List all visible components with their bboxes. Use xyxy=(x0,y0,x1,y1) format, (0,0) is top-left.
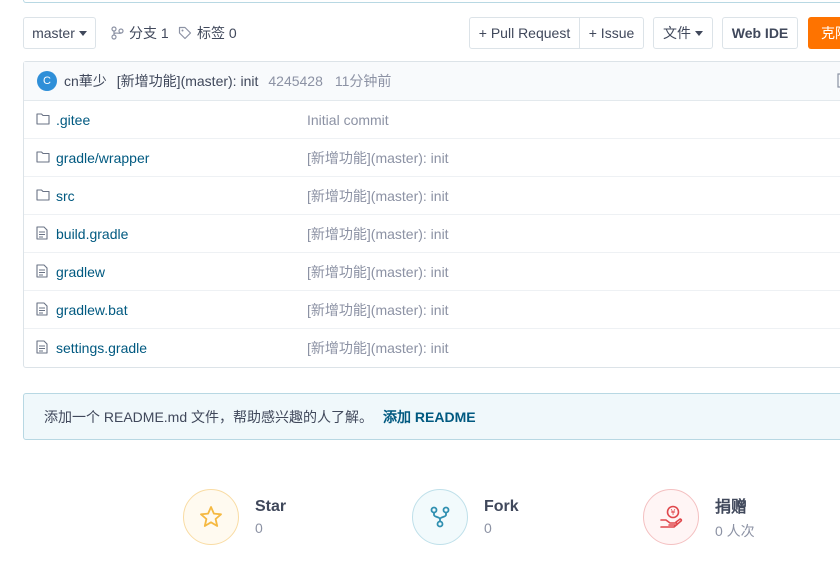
file-commit-message[interactable]: [新增功能](master): init xyxy=(307,262,449,282)
file-name-link[interactable]: gradlew.bat xyxy=(56,302,128,318)
file-icon xyxy=(36,302,48,319)
file-row[interactable]: src [新增功能](master): init xyxy=(24,177,840,215)
commit-sha[interactable]: 4245428 xyxy=(268,73,323,89)
file-name-link[interactable]: settings.gradle xyxy=(56,340,147,356)
commit-time: 11分钟前 xyxy=(334,73,392,89)
branch-icon xyxy=(111,26,124,40)
branch-select[interactable]: master xyxy=(23,17,96,49)
latest-commit: C cn華少 [新增功能](master): init 4245428 11分钟… xyxy=(24,62,840,101)
file-menu-label: 文件 xyxy=(663,25,691,41)
pr-issue-group: + Pull Request + Issue xyxy=(469,17,644,49)
branch-select-label: master xyxy=(32,25,75,41)
readme-notice: 添加一个 README.md 文件，帮助感兴趣的人了解。 添加 README xyxy=(23,393,840,440)
commit-message[interactable]: [新增功能](master): init xyxy=(117,71,259,91)
file-icon xyxy=(36,340,48,357)
web-ide-label: Web IDE xyxy=(731,25,789,41)
file-commit-message[interactable]: [新增功能](master): init xyxy=(307,186,449,206)
folder-icon xyxy=(36,112,50,128)
commit-author[interactable]: cn華少 xyxy=(64,71,107,91)
avatar[interactable]: C xyxy=(37,71,57,91)
clone-button[interactable]: 克隆 xyxy=(808,17,840,49)
file-name-link[interactable]: .gitee xyxy=(56,112,90,128)
donate-count: 0 人次 xyxy=(715,523,755,539)
pull-request-button[interactable]: + Pull Request xyxy=(470,18,579,48)
star-icon xyxy=(183,489,239,545)
file-row[interactable]: settings.gradle [新增功能](master): init xyxy=(24,329,840,367)
issue-button[interactable]: + Issue xyxy=(579,18,643,48)
fork-label: Fork xyxy=(484,498,519,515)
file-row[interactable]: build.gradle [新增功能](master): init xyxy=(24,215,840,253)
file-name-link[interactable]: gradlew xyxy=(56,264,105,280)
file-name-link[interactable]: src xyxy=(56,188,75,204)
file-list: C cn華少 [新增功能](master): init 4245428 11分钟… xyxy=(23,61,840,368)
donate-icon: ¥ xyxy=(643,489,699,545)
file-row[interactable]: gradle/wrapper [新增功能](master): init xyxy=(24,139,840,177)
file-commit-message[interactable]: [新增功能](master): init xyxy=(307,338,449,358)
file-row[interactable]: gradlew.bat [新增功能](master): init xyxy=(24,291,840,329)
star-label: Star xyxy=(255,498,287,515)
donate-stat[interactable]: ¥ 捐赠 0 人次 xyxy=(643,488,755,546)
donate-label: 捐赠 xyxy=(715,499,748,516)
fork-stat[interactable]: Fork 0 xyxy=(412,488,519,546)
top-panel-edge xyxy=(23,0,840,3)
tags-link[interactable]: 标签 0 xyxy=(178,17,237,49)
tags-label: 标签 0 xyxy=(197,25,237,41)
branches-link[interactable]: 分支 1 xyxy=(111,17,169,49)
issue-label: + Issue xyxy=(588,25,635,41)
repo-toolbar: master 分支 1 标签 0 + Pull Request + Issue … xyxy=(23,17,840,49)
file-row[interactable]: .gitee Initial commit xyxy=(24,101,840,139)
fork-count: 0 xyxy=(484,520,492,536)
file-name-link[interactable]: gradle/wrapper xyxy=(56,150,149,166)
folder-icon xyxy=(36,150,50,166)
file-menu-button[interactable]: 文件 xyxy=(653,17,713,49)
fork-icon xyxy=(412,489,468,545)
tag-icon xyxy=(178,26,192,40)
file-icon xyxy=(36,226,48,243)
file-commit-message[interactable]: [新增功能](master): init xyxy=(307,300,449,320)
file-name-link[interactable]: build.gradle xyxy=(56,226,128,242)
file-icon xyxy=(36,264,48,281)
star-stat[interactable]: Star 0 xyxy=(183,488,286,546)
svg-text:¥: ¥ xyxy=(670,508,675,517)
branches-label: 分支 1 xyxy=(129,25,169,41)
file-commit-message[interactable]: [新增功能](master): init xyxy=(307,224,449,244)
web-ide-button[interactable]: Web IDE xyxy=(722,17,798,49)
file-commit-message[interactable]: [新增功能](master): init xyxy=(307,148,449,168)
star-count: 0 xyxy=(255,520,263,536)
file-commit-message[interactable]: Initial commit xyxy=(307,112,389,128)
readme-notice-text: 添加一个 README.md 文件，帮助感兴趣的人了解。 xyxy=(44,408,374,425)
chevron-down-icon xyxy=(695,30,703,36)
clone-label: 克隆 xyxy=(821,25,840,41)
add-readme-link[interactable]: 添加 README xyxy=(383,407,476,427)
folder-icon xyxy=(36,188,50,204)
pull-request-label: + Pull Request xyxy=(478,25,571,41)
file-row[interactable]: gradlew [新增功能](master): init xyxy=(24,253,840,291)
chevron-down-icon xyxy=(78,30,87,36)
